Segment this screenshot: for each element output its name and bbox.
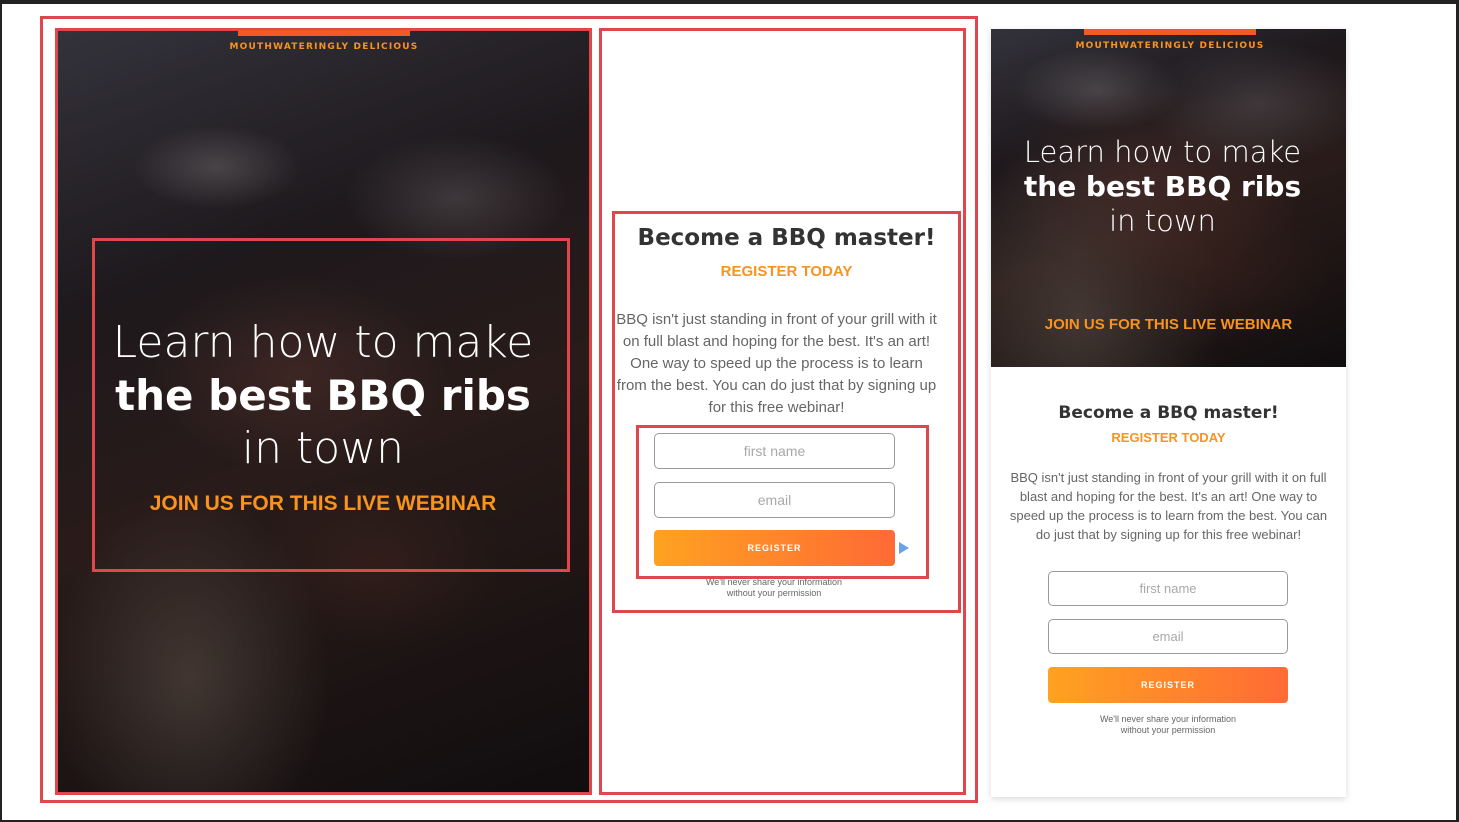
tagline: MOUTHWATERINGLY DELICIOUS bbox=[229, 42, 419, 52]
preview-hero-line-2: the best BBQ ribs bbox=[1023, 170, 1302, 203]
preview-form-title: Become a BBQ master! bbox=[1058, 403, 1279, 423]
pointer-cursor-icon bbox=[899, 542, 909, 554]
preview-form-description: BBQ isn't just standing in front of your… bbox=[1009, 470, 1328, 542]
mobile-preview-panel: MOUTHWATERINGLY DELICIOUS Learn how to m… bbox=[991, 29, 1346, 797]
selection-outline-form-fields[interactable] bbox=[636, 425, 929, 579]
hero-webinar-cta: JOIN US FOR THIS LIVE WEBINAR bbox=[149, 492, 497, 515]
hero-line-2: the best BBQ ribs bbox=[115, 371, 531, 420]
hero-line-1: Learn how to make bbox=[112, 317, 534, 368]
preview-form-subtitle: REGISTER TODAY bbox=[1111, 430, 1226, 445]
hero-headline: Learn how to make the best BBQ ribs in t… bbox=[57, 316, 589, 476]
hero-line-3: in town bbox=[241, 423, 405, 474]
preview-hero-line-1: Learn how to make bbox=[1023, 135, 1302, 169]
preview-privacy-line-2: without your permission bbox=[1120, 725, 1216, 736]
preview-privacy-line-1: We'll never share your information bbox=[1099, 714, 1237, 724]
preview-privacy-note: We'll never share your information witho… bbox=[1068, 714, 1268, 737]
preview-webinar-cta: JOIN US FOR THIS LIVE WEBINAR bbox=[1044, 316, 1293, 333]
preview-tagline: MOUTHWATERINGLY DELICIOUS bbox=[1075, 41, 1265, 51]
preview-hero-line-3: in town bbox=[1109, 204, 1216, 238]
preview-register-button[interactable]: REGISTER bbox=[1048, 667, 1288, 703]
preview-first-name-field[interactable] bbox=[1048, 571, 1288, 606]
preview-hero-headline: Learn how to make the best BBQ ribs in t… bbox=[991, 135, 1340, 239]
preview-tagline-bar bbox=[1084, 29, 1256, 35]
preview-email-field[interactable] bbox=[1048, 619, 1288, 654]
tagline-bar bbox=[238, 30, 410, 36]
preview-hero-image: MOUTHWATERINGLY DELICIOUS Learn how to m… bbox=[991, 29, 1346, 367]
